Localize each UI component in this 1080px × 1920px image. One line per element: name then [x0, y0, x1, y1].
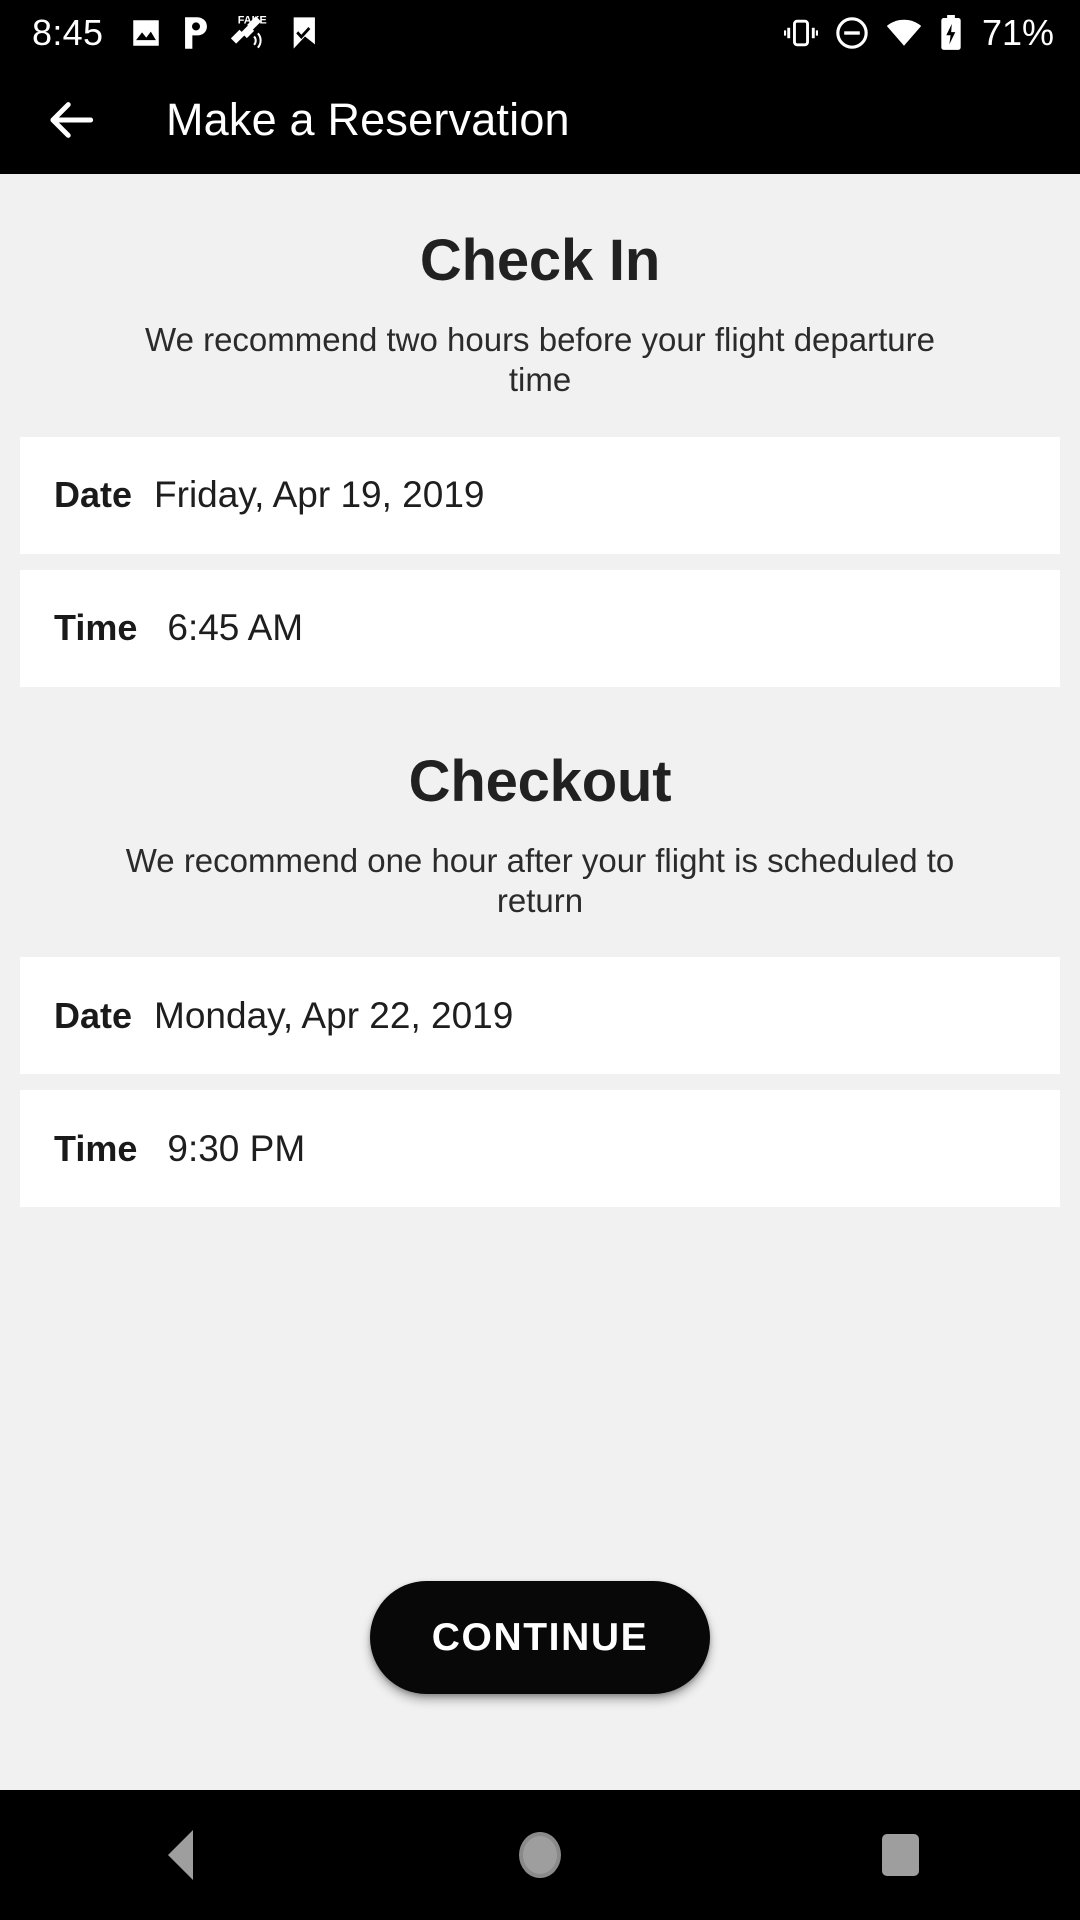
- app-bar: Make a Reservation: [0, 66, 1080, 174]
- check-in-time-field[interactable]: Time 6:45 AM: [20, 569, 1060, 687]
- nav-back-button[interactable]: [110, 1790, 250, 1920]
- nav-recents-icon: [881, 1834, 919, 1876]
- battery-charging-icon: [941, 15, 961, 50]
- continue-button[interactable]: CONTINUE: [369, 1581, 711, 1694]
- checkout-time-label: Time: [54, 1127, 138, 1169]
- checkmark-flag-icon: [293, 17, 316, 49]
- check-in-date-value: Friday, Apr 19, 2019: [154, 474, 485, 515]
- wifi-icon: [886, 19, 922, 46]
- check-in-fields: Date Friday, Apr 19, 2019 Time 6:45 AM: [0, 436, 1080, 687]
- checkout-heading: Checkout: [408, 748, 672, 814]
- nav-home-icon: [519, 1832, 561, 1878]
- checkout-time-field[interactable]: Time 9:30 PM: [20, 1090, 1060, 1207]
- status-bar: 8:45 FAKE: [0, 0, 1080, 66]
- battery-percentage-label: 71%: [981, 12, 1054, 53]
- check-in-heading: Check In: [419, 228, 661, 293]
- vibrate-icon: [783, 19, 818, 47]
- reservation-form: Check In We recommend two hours before y…: [0, 174, 1080, 1790]
- nav-back-icon: [167, 1830, 193, 1880]
- status-bar-system-icons: 71%: [783, 12, 1054, 53]
- nav-home-button[interactable]: [470, 1790, 610, 1920]
- system-navigation-bar: [0, 1790, 1080, 1920]
- checkout-date-value: Monday, Apr 22, 2019: [154, 994, 514, 1036]
- check-in-time-label: Time: [54, 607, 138, 648]
- checkout-subtitle: We recommend one hour after your flight …: [125, 841, 955, 919]
- checkout-time-value: 9:30 PM: [167, 1127, 306, 1169]
- checkout-date-label: Date: [54, 994, 133, 1036]
- back-arrow-icon: [50, 102, 94, 138]
- checkout-date-field[interactable]: Date Monday, Apr 22, 2019: [20, 957, 1060, 1074]
- check-in-time-value: 6:45 AM: [167, 607, 304, 648]
- continue-button-row: CONTINUE: [0, 1581, 1080, 1694]
- status-bar-notification-icons: FAKE: [129, 14, 321, 52]
- pandora-p-icon: [185, 17, 208, 49]
- check-in-date-field[interactable]: Date Friday, Apr 19, 2019: [20, 436, 1060, 554]
- fake-gps-satellite-icon: FAKE: [231, 15, 267, 49]
- nav-recents-button[interactable]: [830, 1790, 970, 1920]
- image-icon: [133, 20, 160, 46]
- do-not-disturb-icon: [836, 17, 868, 49]
- back-button[interactable]: [36, 84, 108, 156]
- check-in-date-label: Date: [54, 474, 133, 515]
- status-bar-clock: 8:45: [32, 12, 104, 53]
- checkout-fields: Date Monday, Apr 22, 2019 Time 9:30 PM: [0, 957, 1080, 1207]
- page-title: Make a Reservation: [166, 94, 570, 145]
- check-in-subtitle: We recommend two hours before your fligh…: [145, 321, 935, 399]
